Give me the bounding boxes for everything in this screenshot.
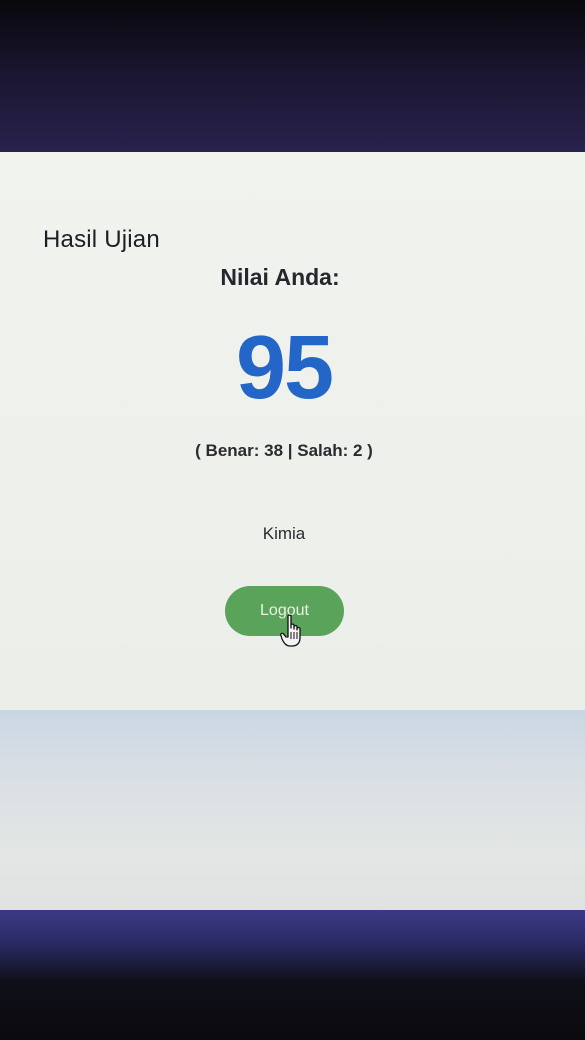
page-title: Hasil Ujian	[43, 226, 160, 253]
score-value: 95	[235, 318, 334, 418]
monitor-bezel-bottom	[0, 910, 585, 1040]
monitor-bezel-top	[0, 0, 585, 160]
subject-name: Kimia	[262, 524, 306, 543]
score-label: Nilai Anda:	[220, 264, 340, 290]
page-background	[0, 710, 585, 917]
hand-pointer-icon	[280, 614, 301, 647]
score-detail: ( Benar: 38 | Salah: 2 )	[195, 441, 373, 460]
